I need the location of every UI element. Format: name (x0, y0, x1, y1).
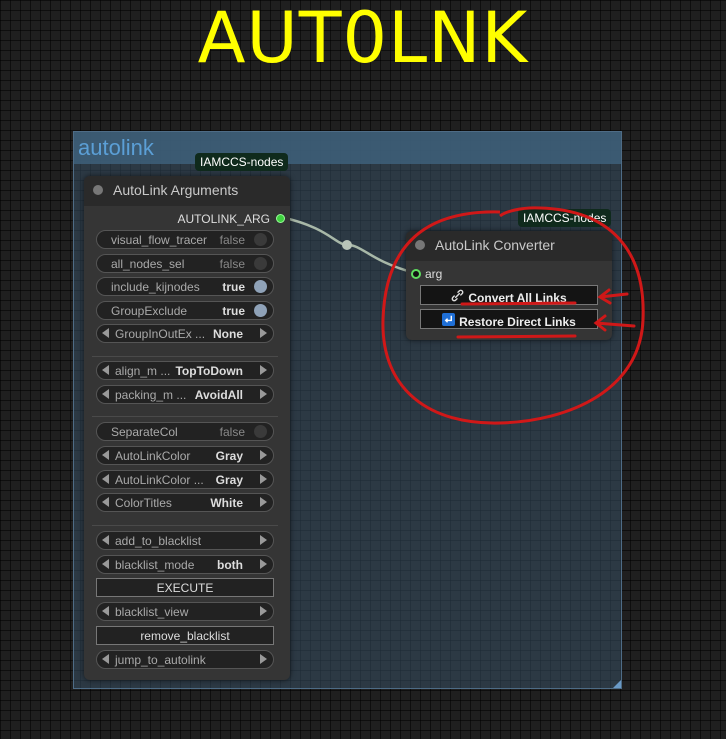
red-annotation (381, 206, 645, 425)
